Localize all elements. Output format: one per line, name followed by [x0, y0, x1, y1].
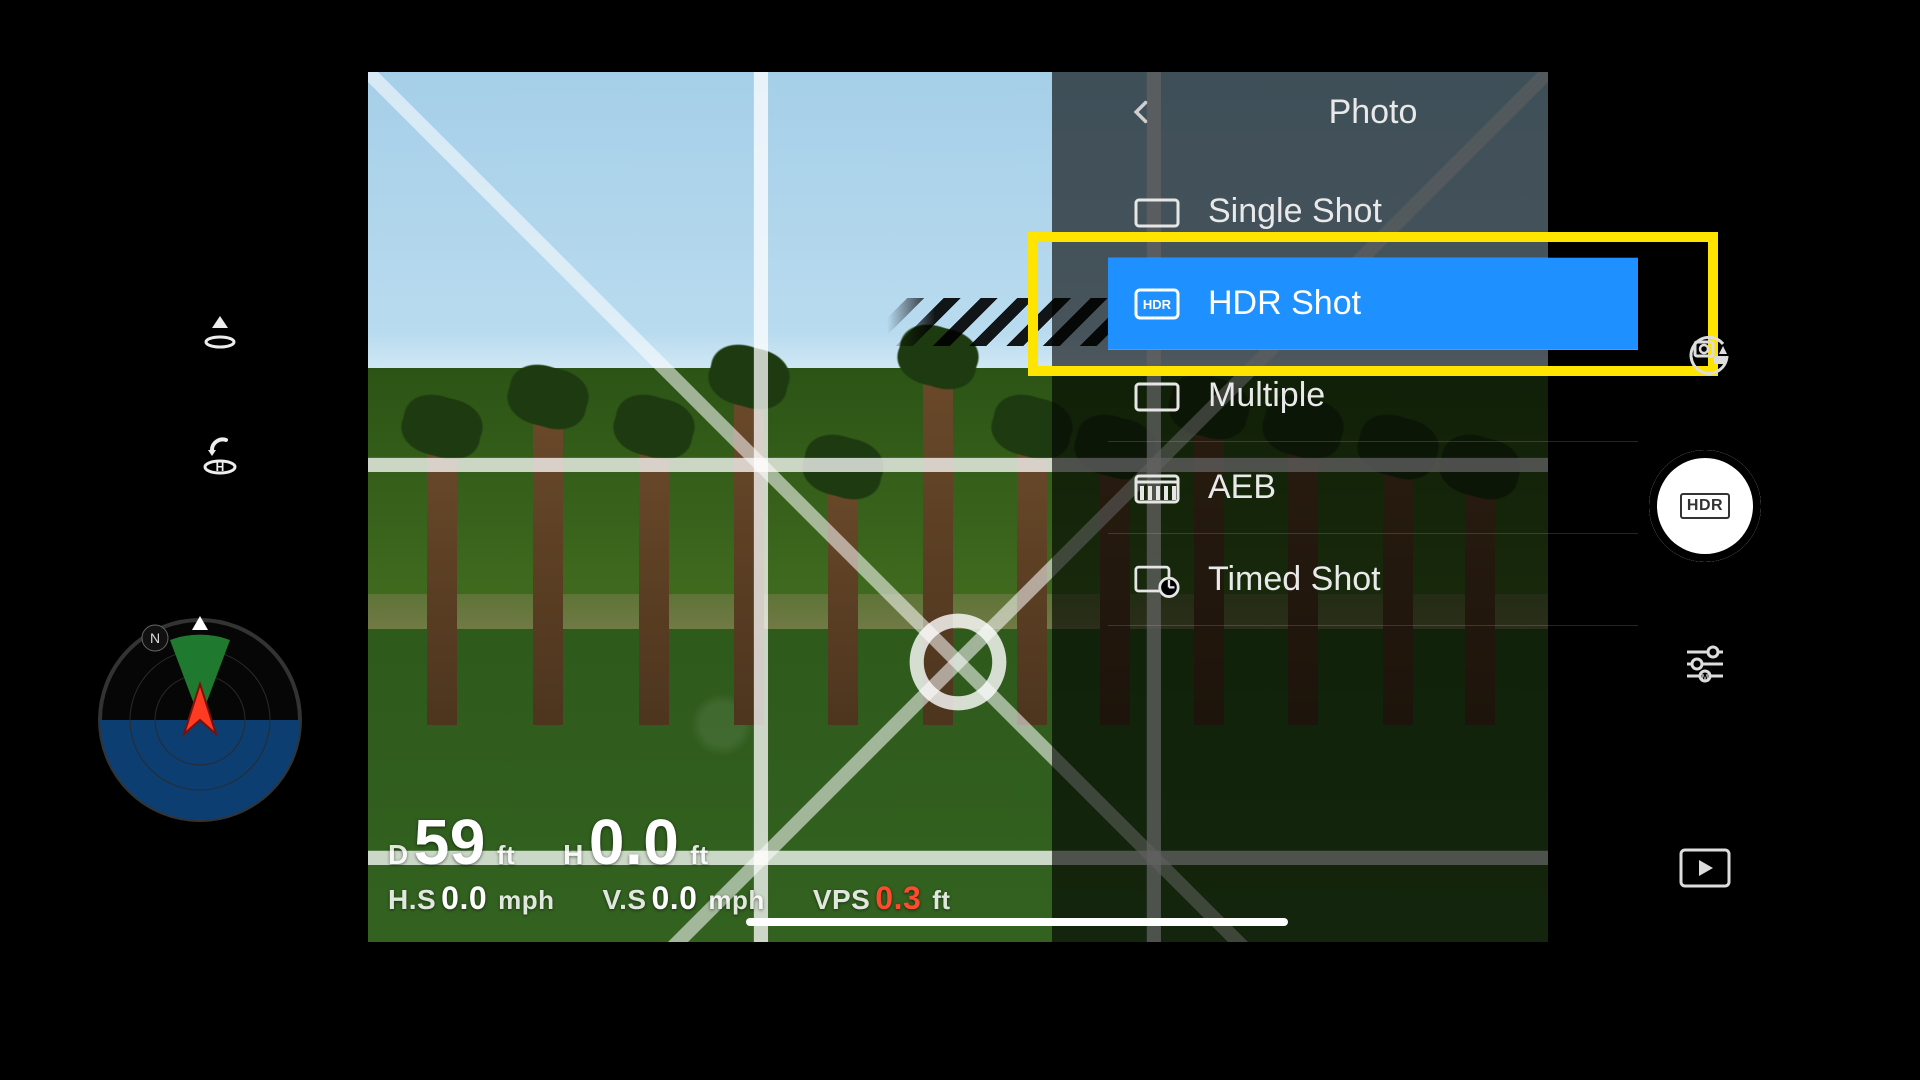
hs-unit: mph: [498, 885, 554, 915]
north-label: N: [150, 630, 160, 646]
photo-mode-option-label: AEB: [1208, 468, 1276, 507]
distance-value: 59: [414, 806, 486, 878]
photo-mode-option[interactable]: AEB: [1108, 442, 1638, 534]
photo-mode-option[interactable]: HDR HDR Shot: [1108, 258, 1638, 350]
photo-mode-option-label: Single Shot: [1208, 192, 1382, 231]
vs-label: V.S: [602, 884, 646, 915]
vps-unit: ft: [932, 885, 950, 915]
attitude-compass[interactable]: N: [90, 610, 310, 830]
return-home-icon: H: [198, 434, 242, 478]
svg-text:M: M: [1702, 673, 1709, 682]
playback-button[interactable]: [1673, 836, 1737, 900]
play-rect-icon: [1679, 848, 1731, 888]
vs-value: 0.0: [651, 880, 697, 916]
photo-mode-option-label: HDR Shot: [1208, 284, 1361, 323]
hs-value: 0.0: [441, 880, 487, 916]
takeoff-button[interactable]: [188, 300, 252, 364]
photo-mode-option-label: Multiple: [1208, 376, 1325, 415]
shutter-mode-chip: HDR: [1680, 493, 1730, 519]
rect-icon: [1134, 192, 1180, 232]
camera-video-switch-button[interactable]: [1675, 320, 1735, 380]
sliders-icon: M: [1681, 640, 1729, 688]
hdr-icon: HDR: [1134, 284, 1180, 324]
vps-label: VPS: [813, 884, 871, 915]
rect-icon: [1134, 376, 1180, 416]
distance-unit: ft: [497, 840, 515, 870]
photo-mode-option[interactable]: Timed Shot: [1108, 534, 1638, 626]
chevron-left-icon: [1128, 98, 1156, 126]
return-home-button[interactable]: H: [188, 424, 252, 488]
telemetry-readout: D 59 ft H 0.0 ft H.S 0.0 mph V.S: [368, 810, 1548, 928]
aeb-icon: [1134, 468, 1180, 508]
photo-mode-option[interactable]: Multiple: [1108, 350, 1638, 442]
hs-label: H.S: [388, 884, 436, 915]
shutter-button[interactable]: HDR: [1649, 450, 1761, 562]
menu-back-button[interactable]: [1118, 88, 1166, 136]
timed-icon: [1134, 560, 1180, 600]
photo-mode-option-label: Timed Shot: [1208, 560, 1381, 599]
camera-settings-button[interactable]: M: [1673, 632, 1737, 696]
vs-unit: mph: [708, 885, 764, 915]
distance-label: D: [388, 839, 409, 870]
camera-switch-icon: [1679, 324, 1731, 376]
photo-mode-menu: Photo Single Shot HDR HDR Shot Multiple …: [1108, 76, 1638, 626]
photo-mode-option[interactable]: Single Shot: [1108, 166, 1638, 258]
vps-value: 0.3: [875, 880, 921, 916]
menu-title: Photo: [1166, 93, 1580, 132]
svg-text:HDR: HDR: [1143, 297, 1172, 312]
exposure-bar: [746, 918, 1289, 926]
height-unit: ft: [690, 840, 708, 870]
takeoff-icon: [200, 312, 240, 352]
height-label: H: [563, 839, 584, 870]
height-value: 0.0: [589, 806, 679, 878]
svg-text:H: H: [216, 460, 225, 474]
